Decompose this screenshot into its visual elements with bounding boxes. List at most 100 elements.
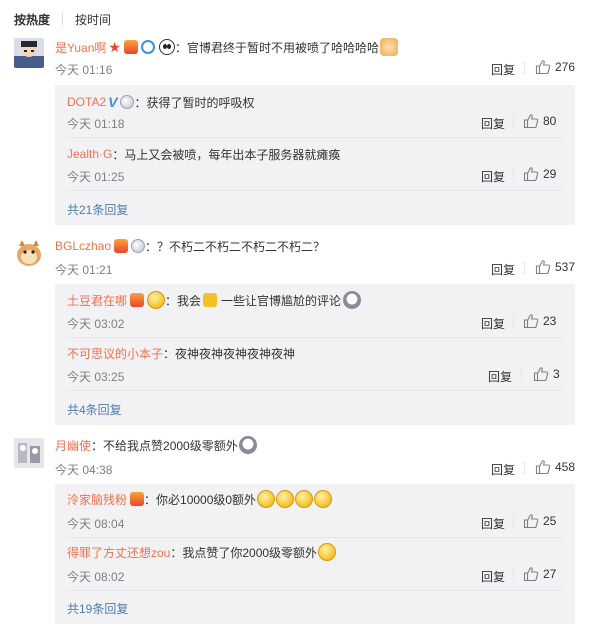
dog-emoji-icon (238, 436, 257, 454)
thumb-up-icon (523, 567, 539, 582)
sort-divider (62, 13, 64, 25)
action-divider (521, 368, 522, 382)
like-count: 23 (543, 314, 557, 328)
vip-badge-icon (114, 239, 129, 253)
reply-divider (67, 590, 563, 591)
grin-emoji-icon (295, 490, 314, 508)
reply-button[interactable]: 回复 (481, 168, 505, 185)
comment-text: ：官博君终于暂时不用被喷了哈哈哈哈 (174, 40, 379, 55)
reply-divider (67, 337, 563, 338)
like-button[interactable]: 25 (523, 513, 556, 529)
reply-line: 土豆君在哪 ：我会 一些让官博尴尬的评论 (67, 291, 362, 309)
circle-badge-icon (140, 40, 155, 54)
like-button[interactable]: 537 (535, 259, 575, 275)
action-divider (524, 261, 525, 275)
comment-username[interactable]: 是Yuan啊 (55, 39, 106, 56)
reply-button[interactable]: 回复 (481, 115, 505, 132)
action-divider (524, 461, 525, 475)
comment-username[interactable]: 月幽使 (55, 437, 91, 454)
reply-username[interactable]: 土豆君在哪 (67, 292, 127, 309)
comment-time: 今天 04:38 (55, 463, 113, 477)
reply-button[interactable]: 回复 (481, 315, 505, 332)
vip-badge-icon (130, 492, 145, 506)
cat-emoji-icon (379, 38, 398, 56)
like-count: 537 (555, 260, 576, 274)
sort-by-hot[interactable]: 按热度 (14, 11, 50, 28)
reply-username[interactable]: 不可思议的小本子 (67, 345, 163, 362)
like-button[interactable]: 276 (535, 59, 575, 75)
reply-button[interactable]: 回复 (488, 368, 512, 385)
action-divider (524, 61, 525, 75)
verified-v-icon: V (108, 94, 118, 110)
reply-time: 今天 01:25 (67, 170, 125, 184)
reply-time: 今天 08:04 (67, 517, 125, 531)
grin-emoji-icon (257, 490, 276, 508)
thumb-up-icon (535, 260, 551, 275)
avatar[interactable] (14, 38, 44, 68)
comment-username[interactable]: BGLczhao (55, 239, 111, 253)
panda-icon (158, 39, 175, 55)
avatar[interactable] (14, 238, 44, 268)
like-count: 29 (543, 167, 557, 181)
comment-text: ：不给我点赞2000级零额外 (91, 438, 238, 453)
thumb-up-icon (523, 514, 539, 529)
reply-username[interactable]: 泠家脑残粉 (67, 491, 127, 508)
more-replies-link[interactable]: 共21条回复 (67, 201, 128, 218)
thumb-up-icon (523, 114, 539, 129)
action-divider (513, 115, 514, 129)
like-count: 458 (555, 460, 576, 474)
thumbs-up-emoji-icon (203, 293, 218, 307)
thumb-up-icon (535, 60, 551, 75)
more-replies-link[interactable]: 共4条回复 (67, 401, 122, 418)
reply-button[interactable]: 回复 (481, 515, 505, 532)
like-count: 80 (543, 114, 557, 128)
reply-button[interactable]: 回复 (491, 261, 515, 278)
like-button[interactable]: 29 (523, 166, 556, 182)
thumb-up-icon (533, 367, 549, 382)
sort-by-time[interactable]: 按时间 (75, 11, 111, 28)
like-button[interactable]: 3 (533, 366, 560, 382)
reply-text: ：我点赞了你2000级零额外 (170, 545, 318, 560)
comment-line: 月幽使 ：不给我点赞2000级零额外 (55, 436, 257, 454)
reply-divider (67, 537, 563, 538)
reply-button[interactable]: 回复 (491, 461, 515, 478)
thumb-up-icon (523, 314, 539, 329)
like-button[interactable]: 23 (523, 313, 556, 329)
reply-line: 泠家脑残粉 ：你必10000级0额外 (67, 490, 333, 508)
like-count: 3 (553, 367, 560, 381)
reply-text: ：夜神夜神夜神夜神夜神 (163, 346, 296, 361)
action-divider (513, 315, 514, 329)
like-count: 25 (543, 514, 557, 528)
like-count: 27 (543, 567, 557, 581)
grin-emoji-icon (276, 490, 295, 508)
grin-emoji-icon (314, 490, 333, 508)
medal-icon (131, 239, 146, 253)
reply-text-continued: 一些让官博尴尬的评论 (221, 293, 342, 308)
like-button[interactable]: 80 (523, 113, 556, 129)
reply-button[interactable]: 回复 (491, 61, 515, 78)
reply-time: 今天 03:25 (67, 370, 125, 384)
thumb-up-icon (523, 167, 539, 182)
action-divider (513, 568, 514, 582)
reply-text: ：你必10000级0额外 (144, 492, 257, 507)
reply-list: 泠家脑残粉 ：你必10000级0额外 今天 08:04 回复 25 得罪了方丈还… (55, 484, 575, 624)
thumb-up-icon (535, 460, 551, 475)
reply-username[interactable]: DOTA2 (67, 95, 106, 109)
avatar[interactable] (14, 438, 44, 468)
reply-text: ：马上又会被喷，每年出本子服务器就瘫痪 (112, 147, 341, 162)
medal-icon (120, 95, 135, 109)
reply-line: Jealth·G ：马上又会被喷，每年出本子服务器就瘫痪 (67, 145, 340, 163)
reply-text: ：获得了暂时的呼吸权 (134, 95, 255, 110)
reply-list: 土豆君在哪 ：我会 一些让官博尴尬的评论 今天 03:02 回复 23 不可思议… (55, 284, 575, 425)
reply-time: 今天 03:02 (67, 317, 125, 331)
reply-username[interactable]: Jealth·G (67, 147, 112, 161)
comment-time: 今天 01:21 (55, 263, 113, 277)
like-button[interactable]: 458 (535, 459, 575, 475)
comment-line: BGLczhao ：？不朽二不朽二不朽二不朽二？ (55, 237, 325, 255)
reply-line: 得罪了方丈还想zou ：我点赞了你2000级零额外 (67, 543, 337, 561)
reply-button[interactable]: 回复 (481, 568, 505, 585)
like-button[interactable]: 27 (523, 566, 556, 582)
reply-username[interactable]: 得罪了方丈还想zou (67, 544, 170, 561)
more-replies-link[interactable]: 共19条回复 (67, 600, 128, 617)
comment-line: 是Yuan啊 ★ ：官博君终于暂时不用被喷了哈哈哈哈 (55, 38, 398, 56)
